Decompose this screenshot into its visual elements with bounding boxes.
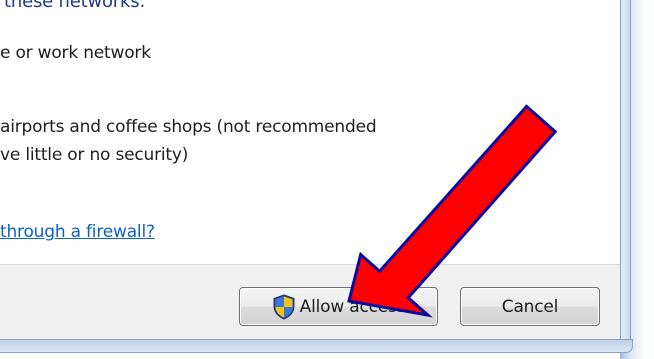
window-frame-bottom bbox=[0, 339, 633, 353]
dialog-content: these networks: e or work network airpor… bbox=[0, 0, 620, 340]
option-public-network-sublabel: ve little or no security) bbox=[0, 145, 189, 165]
option-public-network-label: airports and coffee shops (not recommend… bbox=[0, 117, 377, 137]
allow-access-button[interactable]: Allow access bbox=[239, 287, 438, 326]
uac-shield-icon bbox=[273, 293, 295, 320]
network-heading-partial: these networks: bbox=[4, 0, 146, 12]
cancel-label: Cancel bbox=[501, 296, 559, 317]
firewall-help-link[interactable]: through a firewall? bbox=[0, 222, 155, 242]
cancel-button[interactable]: Cancel bbox=[460, 287, 600, 326]
allow-access-label: Allow access bbox=[299, 296, 406, 317]
dialog-screenshot: these networks: e or work network airpor… bbox=[0, 0, 654, 359]
window-border-right bbox=[620, 0, 631, 349]
option-home-work-network-label: e or work network bbox=[0, 43, 151, 63]
